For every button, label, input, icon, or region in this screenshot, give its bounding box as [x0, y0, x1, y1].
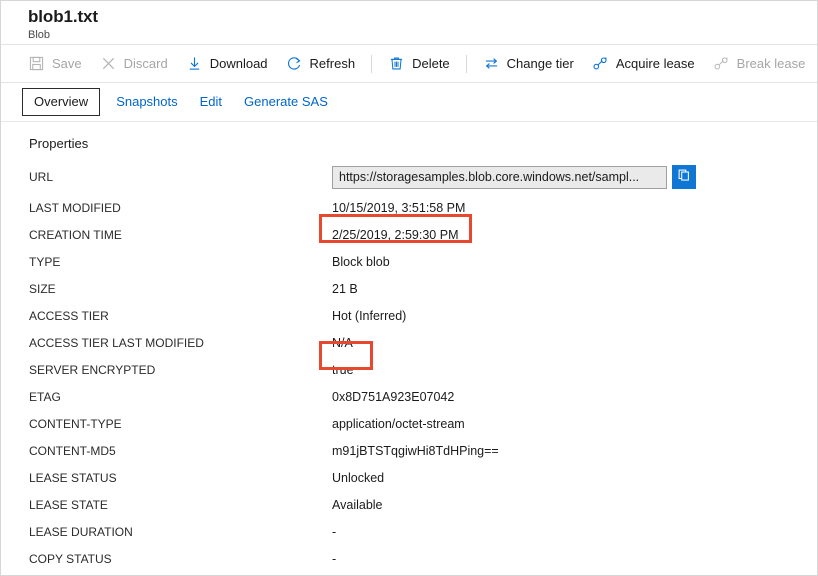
property-row: COPY COMPLETION TIME- — [1, 572, 817, 576]
property-value: 2/25/2019, 2:59:30 PM — [332, 227, 458, 243]
property-label: ACCESS TIER LAST MODIFIED — [29, 335, 332, 351]
property-row: LEASE STATEAvailable — [1, 491, 817, 518]
discard-label: Discard — [124, 56, 168, 71]
property-value: Hot (Inferred) — [332, 308, 406, 324]
property-label: LEASE STATUS — [29, 470, 332, 486]
tab-overview[interactable]: Overview — [22, 88, 100, 116]
property-row: CREATION TIME2/25/2019, 2:59:30 PM — [1, 221, 817, 248]
property-value: m91jBTSTqgiwHi8TdHPing== — [332, 443, 499, 459]
tab-generate-sas[interactable]: Generate SAS — [242, 94, 330, 110]
property-label: SERVER ENCRYPTED — [29, 362, 332, 378]
property-label-url: URL — [29, 169, 332, 185]
property-row: TYPEBlock blob — [1, 248, 817, 275]
command-bar: Save Discard Download — [1, 45, 817, 83]
copy-icon — [677, 168, 691, 187]
property-label: CONTENT-TYPE — [29, 416, 332, 432]
property-row: COPY STATUS- — [1, 545, 817, 572]
property-row: LEASE STATUSUnlocked — [1, 464, 817, 491]
save-button[interactable]: Save — [19, 51, 91, 77]
property-value: Available — [332, 497, 383, 513]
properties-heading: Properties — [29, 136, 817, 151]
property-label: LEASE STATE — [29, 497, 332, 513]
property-value: application/octet-stream — [332, 416, 465, 432]
property-label: CREATION TIME — [29, 227, 332, 243]
delete-icon — [388, 55, 405, 72]
toolbar-divider-2 — [466, 55, 467, 73]
blob-properties-panel: blob1.txt Blob Save Discard — [0, 0, 818, 576]
url-field-group: https://storagesamples.blob.core.windows… — [332, 165, 696, 189]
property-label: LAST MODIFIED — [29, 200, 332, 216]
page-subtitle: Blob — [28, 28, 817, 42]
property-value: 10/15/2019, 3:51:58 PM — [332, 200, 465, 216]
property-value: - — [332, 524, 336, 540]
change-tier-button[interactable]: Change tier — [474, 51, 583, 77]
discard-button[interactable]: Discard — [91, 51, 177, 77]
panel-header: blob1.txt Blob — [1, 1, 817, 45]
property-value: 0x8D751A923E07042 — [332, 389, 454, 405]
change-tier-label: Change tier — [507, 56, 574, 71]
property-value: true — [332, 362, 354, 378]
refresh-button[interactable]: Refresh — [277, 51, 365, 77]
acquire-lease-button[interactable]: Acquire lease — [583, 51, 704, 77]
delete-label: Delete — [412, 56, 450, 71]
download-button[interactable]: Download — [177, 51, 277, 77]
property-row: SERVER ENCRYPTEDtrue — [1, 356, 817, 383]
page-title: blob1.txt — [28, 7, 817, 27]
property-label: COPY STATUS — [29, 551, 332, 567]
property-row: ACCESS TIER LAST MODIFIEDN/A — [1, 329, 817, 356]
property-row: SIZE21 B — [1, 275, 817, 302]
property-row: LAST MODIFIED10/15/2019, 3:51:58 PM — [1, 194, 817, 221]
property-label: TYPE — [29, 254, 332, 270]
property-label: SIZE — [29, 281, 332, 297]
copy-url-button[interactable] — [672, 165, 696, 189]
save-icon — [28, 55, 45, 72]
property-value: Unlocked — [332, 470, 384, 486]
download-label: Download — [210, 56, 268, 71]
property-label: ETAG — [29, 389, 332, 405]
property-value: N/A — [332, 335, 353, 351]
properties-list: URL https://storagesamples.blob.core.win… — [1, 160, 817, 576]
break-lease-label: Break lease — [737, 56, 806, 71]
discard-icon — [100, 55, 117, 72]
delete-button[interactable]: Delete — [379, 51, 459, 77]
refresh-label: Refresh — [310, 56, 356, 71]
tab-bar: Overview Snapshots Edit Generate SAS — [1, 83, 817, 122]
property-row: CONTENT-TYPEapplication/octet-stream — [1, 410, 817, 437]
property-value: 21 B — [332, 281, 358, 297]
property-row: ETAG0x8D751A923E07042 — [1, 383, 817, 410]
property-label: LEASE DURATION — [29, 524, 332, 540]
acquire-lease-label: Acquire lease — [616, 56, 695, 71]
property-value: - — [332, 551, 336, 567]
property-row-url: URL https://storagesamples.blob.core.win… — [1, 160, 817, 194]
property-row: CONTENT-MD5m91jBTSTqgiwHi8TdHPing== — [1, 437, 817, 464]
property-label: ACCESS TIER — [29, 308, 332, 324]
toolbar-divider-1 — [371, 55, 372, 73]
property-value: Block blob — [332, 254, 390, 270]
acquire-lease-icon — [592, 55, 609, 72]
refresh-icon — [286, 55, 303, 72]
break-lease-button[interactable]: Break lease — [704, 51, 815, 77]
tab-edit[interactable]: Edit — [198, 94, 224, 110]
property-row: LEASE DURATION- — [1, 518, 817, 545]
change-tier-icon — [483, 55, 500, 72]
tab-snapshots[interactable]: Snapshots — [114, 94, 179, 110]
property-row: ACCESS TIERHot (Inferred) — [1, 302, 817, 329]
url-input[interactable]: https://storagesamples.blob.core.windows… — [332, 166, 667, 189]
property-label: CONTENT-MD5 — [29, 443, 332, 459]
download-icon — [186, 55, 203, 72]
save-label: Save — [52, 56, 82, 71]
break-lease-icon — [713, 55, 730, 72]
